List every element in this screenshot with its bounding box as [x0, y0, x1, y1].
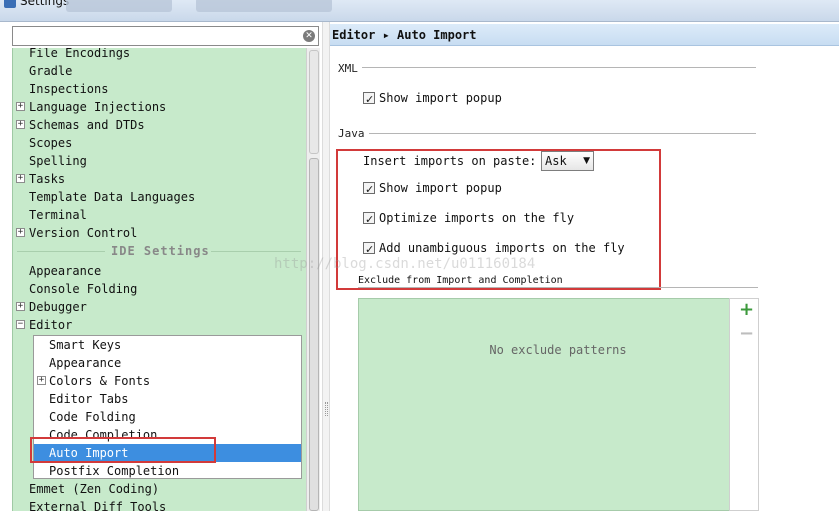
panel-splitter[interactable] [322, 22, 330, 511]
tree-item-label: Emmet (Zen Coding) [29, 482, 160, 496]
expand-icon[interactable]: + [16, 302, 25, 311]
window-titlebar: Settings [0, 0, 839, 22]
clear-search-icon[interactable]: ✕ [303, 30, 315, 42]
empty-list-text: No exclude patterns [489, 343, 627, 357]
tree-item-label: Language Injections [29, 100, 167, 114]
settings-tree-panel: ✕ File Encodings Gradle Inspections + Langua… [0, 22, 322, 511]
checkbox-label: Show import popup [379, 91, 502, 105]
expand-icon[interactable]: + [37, 376, 46, 385]
tree-item-label: Inspections [29, 82, 109, 96]
tree-item-label: Debugger [29, 300, 87, 314]
tree-item[interactable]: Appearance [34, 354, 301, 372]
tree-item[interactable]: Code Folding [34, 408, 301, 426]
tree-item-label: Code Folding [49, 410, 136, 424]
tree-item[interactable]: Smart Keys [34, 336, 301, 354]
tree-item-label: Schemas and DTDs [29, 118, 145, 132]
exclude-group-border [358, 287, 758, 288]
checkbox[interactable]: ✓ [363, 92, 375, 106]
tree-item-label: Version Control [29, 226, 138, 240]
expand-icon[interactable]: + [16, 228, 25, 237]
app-icon [4, 0, 16, 8]
scrollbar-thumb[interactable] [309, 158, 319, 511]
scrollbar-track-upper[interactable] [309, 50, 319, 154]
tree-item-label: Appearance [49, 356, 122, 370]
tree-scrollbar[interactable] [306, 48, 320, 511]
tab-blurred [66, 0, 172, 12]
tree-item-label: Editor [29, 318, 73, 332]
ide-settings-separator: IDE Settings [13, 242, 303, 260]
tree-item-label: Colors & Fonts [49, 374, 151, 388]
window-title: Settings [20, 0, 70, 8]
ide-settings-label: IDE Settings [111, 244, 210, 258]
expand-icon[interactable]: + [16, 120, 25, 129]
xml-group-title: XML [338, 62, 362, 75]
highlight-box [336, 149, 661, 290]
expand-icon[interactable]: + [16, 102, 25, 111]
exclude-group-title: Exclude from Import and Completion [358, 275, 563, 286]
java-group-border [338, 133, 756, 134]
highlight-box [30, 437, 216, 463]
tree-item-label: File Encodings [29, 48, 131, 60]
tree-item-label: Smart Keys [49, 338, 122, 352]
tree-item[interactable]: + Colors & Fonts [34, 372, 301, 390]
tree-item-label: Editor Tabs [49, 392, 129, 406]
check-icon: ✓ [365, 93, 375, 106]
remove-pattern-icon[interactable]: − [739, 325, 754, 343]
tree-item-label: Spelling [29, 154, 87, 168]
tree-item[interactable]: Editor Tabs [34, 390, 301, 408]
settings-search-input[interactable]: ✕ [12, 26, 319, 46]
tree-item-label: Gradle [29, 64, 73, 78]
expand-icon[interactable]: + [16, 174, 25, 183]
auto-import-settings-panel: Editor ▸ Auto Import XML ✓ Show import p… [330, 22, 839, 511]
tree-item-label: Postfix Completion [49, 464, 180, 478]
tree-item[interactable]: Postfix Completion [34, 462, 301, 480]
tree-item-label: Console Folding [29, 282, 138, 296]
settings-tree: File Encodings Gradle Inspections + Language… [12, 48, 306, 511]
splitter-grip-icon [325, 402, 328, 416]
tree-item-label: External Diff Tools [29, 500, 167, 511]
add-pattern-icon[interactable]: + [739, 301, 754, 319]
tree-item-label: Scopes [29, 136, 73, 150]
java-group-title: Java [338, 127, 369, 140]
tab-blurred [196, 0, 332, 12]
tree-item-label: Appearance [29, 264, 102, 278]
separator-line [17, 251, 105, 252]
separator-line [211, 251, 301, 252]
tree-item-label: Template Data Languages [29, 190, 196, 204]
xml-group-border [338, 67, 756, 68]
exclude-patterns-list[interactable]: No exclude patterns [358, 298, 758, 511]
tree-item-label: Terminal [29, 208, 87, 222]
tree-item-label: Tasks [29, 172, 66, 186]
breadcrumb: Editor ▸ Auto Import [330, 24, 839, 46]
collapse-icon[interactable]: − [16, 320, 25, 329]
